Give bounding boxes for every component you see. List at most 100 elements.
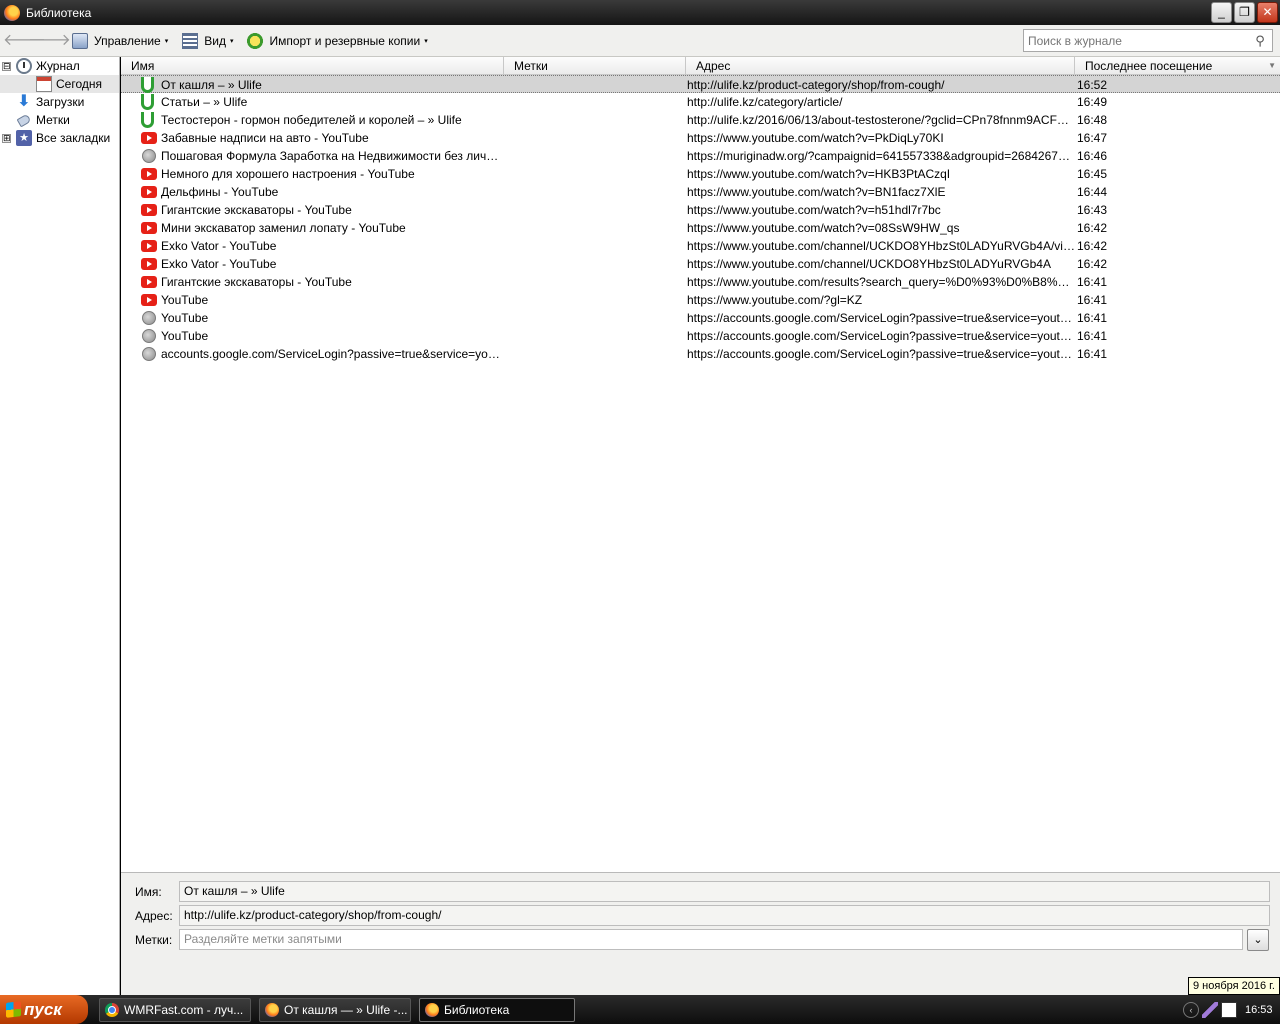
history-row[interactable]: YouTube https://accounts.google.com/Servi… — [121, 327, 1280, 345]
history-row[interactable]: YouTube https://www.youtube.com/?gl=KZ 16:… — [121, 291, 1280, 309]
history-row-time: 16:44 — [1077, 185, 1108, 199]
sidebar-item-label: Сегодня — [56, 77, 102, 91]
history-row[interactable]: От кашля – » Ulife http://ulife.kz/produc… — [121, 75, 1280, 93]
history-row-title: От кашля – » Ulife — [161, 78, 262, 92]
history-row-title: Exko Vator - YouTube — [161, 257, 277, 271]
chevron-down-icon: ▾ — [164, 37, 169, 45]
history-row-title: Статьи – » Ulife — [161, 95, 248, 109]
bookmarks-star-icon: ★ — [16, 130, 32, 146]
history-rows: От кашля – » Ulife http://ulife.kz/produc… — [121, 75, 1280, 363]
taskbar-item-library[interactable]: Библиотека — [419, 998, 575, 1022]
import-label: Импорт и резервные копии — [269, 33, 421, 48]
task-label: Библиотека — [444, 1003, 510, 1017]
date-tooltip: 9 ноября 2016 г. — [1188, 977, 1280, 995]
sidebar-item-today[interactable]: Сегодня — [0, 75, 119, 93]
expand-icon[interactable]: ⊞ — [2, 133, 11, 143]
start-label: пуск — [24, 1000, 62, 1019]
column-name[interactable]: Имя — [121, 57, 504, 75]
library-sidebar: ⊟ Журнал Сегодня ⬇ Загрузки Метки ⊞ ★ Вс… — [0, 57, 120, 995]
collapse-icon[interactable]: ⊟ — [2, 61, 11, 71]
address-field[interactable]: http://ulife.kz/product-category/shop/fr… — [179, 905, 1270, 926]
history-row[interactable]: YouTube https://accounts.google.com/Servi… — [121, 309, 1280, 327]
history-row-time: 16:46 — [1077, 149, 1108, 163]
task-label: WMRFast.com - луч... — [124, 1003, 244, 1017]
history-row[interactable]: Тестостерон - гормон победителей и корол… — [121, 111, 1280, 129]
task-label: От кашля — » Ulife -... — [284, 1003, 408, 1017]
history-row-url: http://ulife.kz/2016/06/13/about-testost… — [687, 113, 1075, 127]
sidebar-item-downloads[interactable]: ⬇ Загрузки — [0, 93, 119, 111]
details-name-row: Имя: От кашля – » Ulife — [121, 881, 1280, 903]
history-row-time: 16:43 — [1077, 203, 1108, 217]
import-star-icon — [247, 32, 264, 49]
tags-dropdown-button[interactable]: ⌄ — [1247, 929, 1269, 951]
history-row-title: Пошаговая Формула Заработка на Недвижимо… — [161, 149, 503, 163]
history-row-time: 16:42 — [1077, 239, 1108, 253]
history-row[interactable]: Гигантские экскаваторы - YouTube https://… — [121, 273, 1280, 291]
history-row[interactable]: Гигантские экскаваторы - YouTube https://… — [121, 201, 1280, 219]
column-picker-icon[interactable]: ▼ — [1268, 61, 1276, 70]
manage-menu-button[interactable]: Управление ▾ — [68, 29, 172, 53]
tray-expand-icon[interactable]: ‹ — [1183, 1001, 1199, 1018]
taskbar-clock[interactable]: 16:53 — [1245, 1004, 1273, 1016]
sidebar-item-history[interactable]: ⊟ Журнал — [0, 57, 119, 75]
history-row[interactable]: accounts.google.com/ServiceLogin?passive… — [121, 345, 1280, 363]
history-row-title: Мини экскаватор заменил лопату - YouTube — [161, 221, 406, 235]
start-button[interactable]: пуск — [0, 995, 88, 1024]
history-row-url: https://www.youtube.com/?gl=KZ — [687, 293, 863, 307]
view-menu-button[interactable]: Вид ▾ — [178, 29, 237, 53]
history-row-url: https://www.youtube.com/watch?v=HKB3PtAC… — [687, 167, 951, 181]
column-tags[interactable]: Метки — [504, 57, 686, 75]
history-row-url: https://www.youtube.com/channel/UCKDO8YH… — [687, 239, 1075, 253]
history-row[interactable]: Пошаговая Формула Заработка на Недвижимо… — [121, 147, 1280, 165]
pen-tray-icon[interactable] — [1202, 1001, 1218, 1018]
search-icon[interactable]: ⚲ — [1252, 33, 1268, 49]
history-row-time: 16:41 — [1077, 311, 1108, 325]
history-row-title: accounts.google.com/ServiceLogin?passive… — [161, 347, 503, 361]
history-row[interactable]: Exko Vator - YouTube https://www.youtube.… — [121, 237, 1280, 255]
toolbar: 🡐 🡒 Управление ▾ Вид ▾ Импорт и резервны… — [0, 25, 1280, 57]
chevron-down-icon: ▾ — [229, 37, 234, 45]
history-row-title: YouTube — [161, 293, 209, 307]
history-row-url: https://www.youtube.com/watch?v=h51hdl7r… — [687, 203, 941, 217]
history-row-time: 16:48 — [1077, 113, 1108, 127]
window-controls: _ ❐ ✕ — [1211, 2, 1278, 23]
address-label: Адрес: — [135, 909, 173, 923]
details-tags-row: Метки: Разделяйте метки запятыми ⌄ — [121, 929, 1280, 951]
column-address[interactable]: Адрес — [686, 57, 1075, 75]
history-row[interactable]: Exko Vator - YouTube https://www.youtube.… — [121, 255, 1280, 273]
details-pane: Имя: От кашля – » Ulife Адрес: http://ul… — [121, 872, 1280, 995]
history-search-input[interactable] — [1024, 30, 1252, 51]
history-row-time: 16:45 — [1077, 167, 1108, 181]
history-row-title: Тестостерон - гормон победителей и корол… — [161, 113, 462, 127]
firefox-icon — [265, 1003, 279, 1017]
close-button[interactable]: ✕ — [1257, 2, 1278, 23]
name-label: Имя: — [135, 885, 162, 899]
sidebar-item-all-bookmarks[interactable]: ⊞ ★ Все закладки — [0, 129, 119, 147]
history-row-url: https://www.youtube.com/watch?v=PkDiqLy7… — [687, 131, 944, 145]
history-row-title: YouTube — [161, 311, 209, 325]
back-arrow-icon[interactable]: 🡐 — [3, 30, 46, 52]
history-row-time: 16:41 — [1077, 275, 1108, 289]
history-row[interactable]: Немного для хорошего настроения - YouTub… — [121, 165, 1280, 183]
forward-arrow-icon[interactable]: 🡒 — [28, 30, 71, 52]
history-row[interactable]: Мини экскаватор заменил лопату - YouTube… — [121, 219, 1280, 237]
sidebar-item-label: Журнал — [36, 59, 80, 73]
document-tray-icon[interactable] — [1221, 1001, 1237, 1018]
history-row[interactable]: Дельфины - YouTube https://www.youtube.co… — [121, 183, 1280, 201]
tags-input[interactable]: Разделяйте метки запятыми — [179, 929, 1243, 950]
minimize-button[interactable]: _ — [1211, 2, 1232, 23]
history-row[interactable]: Забавные надписи на авто - YouTube https:… — [121, 129, 1280, 147]
history-row[interactable]: Статьи – » Ulife http://ulife.kz/category… — [121, 93, 1280, 111]
sidebar-item-tags[interactable]: Метки — [0, 111, 119, 129]
import-backup-menu-button[interactable]: Импорт и резервные копии ▾ — [243, 29, 431, 53]
history-row-title: Немного для хорошего настроения - YouTub… — [161, 167, 415, 181]
restore-button[interactable]: ❐ — [1234, 2, 1255, 23]
name-field[interactable]: От кашля – » Ulife — [179, 881, 1270, 902]
column-last-visit[interactable]: Последнее посещение — [1075, 57, 1280, 75]
tag-icon — [16, 113, 32, 127]
firefox-icon — [425, 1003, 439, 1017]
taskbar-item-wmrfast[interactable]: WMRFast.com - луч... — [99, 998, 251, 1022]
taskbar-item-ulife[interactable]: От кашля — » Ulife -... — [259, 998, 411, 1022]
history-search-box: ⚲ — [1023, 29, 1273, 52]
download-icon: ⬇ — [17, 93, 31, 110]
